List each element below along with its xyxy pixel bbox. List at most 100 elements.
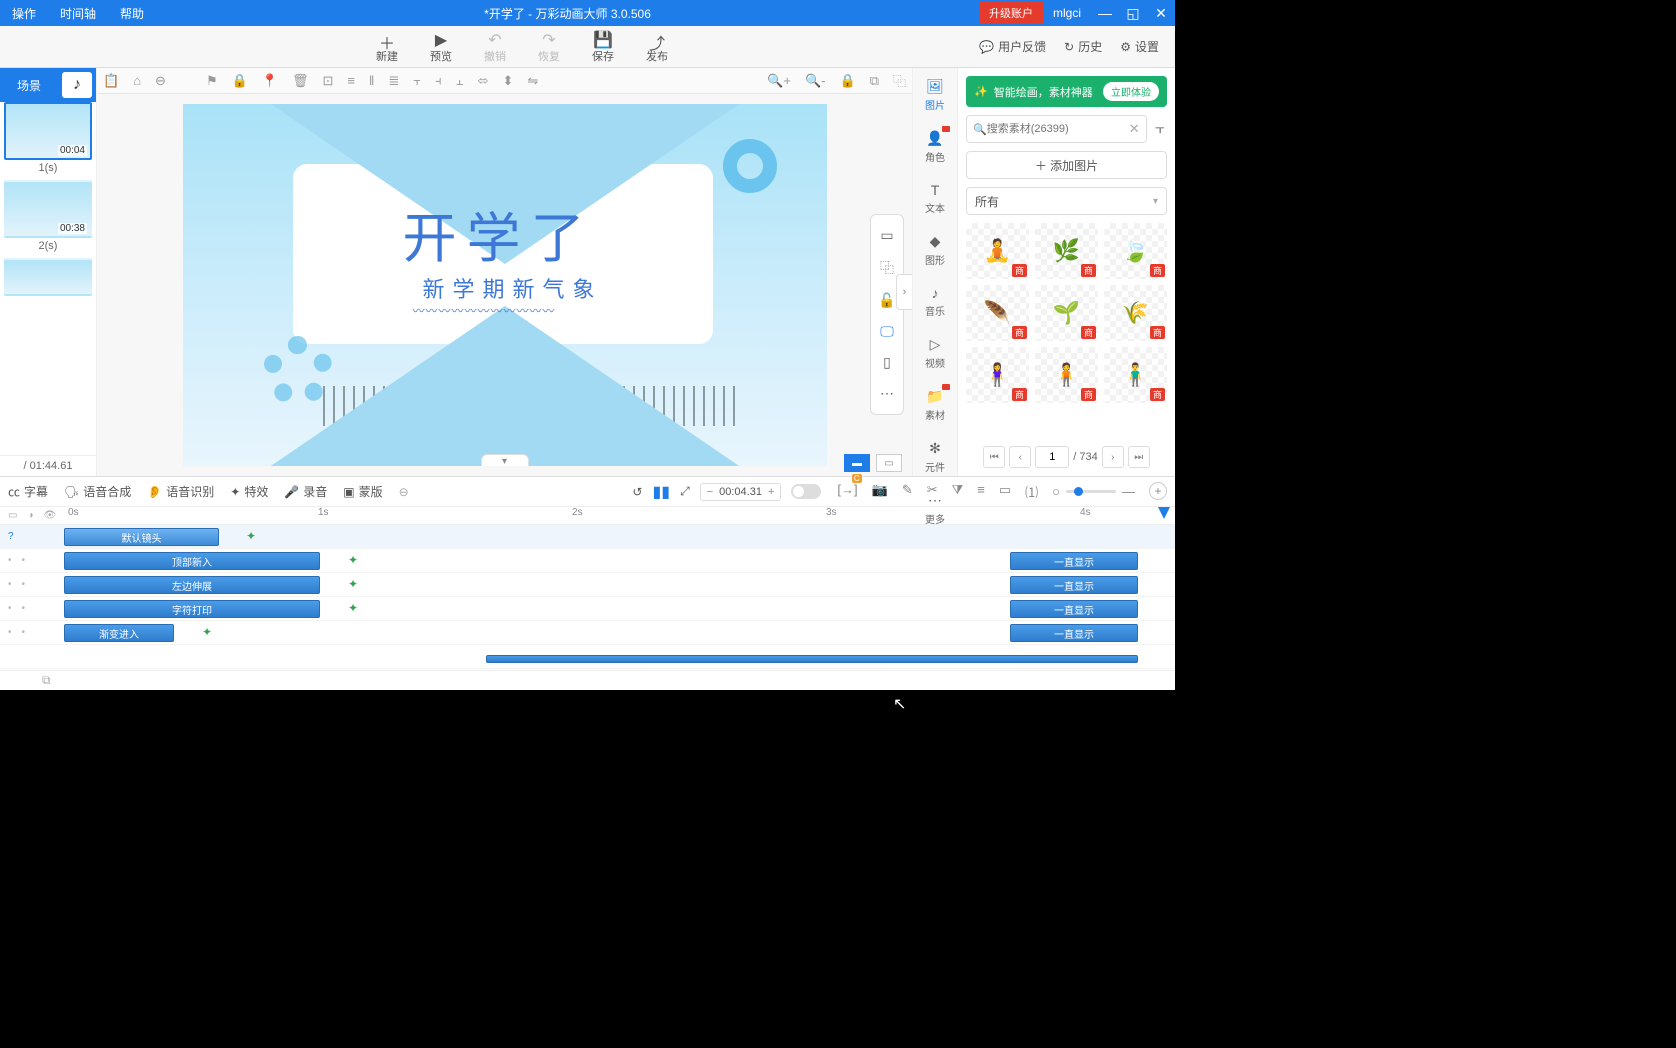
add-keyframe-button[interactable]: ✦ [348,601,358,615]
filter-button[interactable]: ⫟ [1153,120,1167,138]
lock-col-icon[interactable]: ◑ [27,510,33,521]
circle-minus-icon[interactable]: ⊖ [399,485,409,499]
pause-button[interactable]: ▮▮ [652,482,670,502]
add-keyframe-button[interactable]: ✦ [348,577,358,591]
visibility-icon[interactable]: ▭ [8,510,17,521]
paste-icon[interactable]: 📋 [103,73,119,89]
add-track-button[interactable]: + [1149,482,1167,500]
clip-exit[interactable]: 一直显示 [1010,552,1138,570]
clipboard-icon[interactable]: ⧉ [42,673,51,688]
tts-tool[interactable]: 🗣语音合成 [64,483,131,500]
clip-exit[interactable]: 一直显示 [1010,624,1138,642]
time-plus-button[interactable]: + [768,486,774,498]
zoom-out-icon[interactable]: ○ [1052,484,1060,499]
asset-item[interactable]: 🌾商 [1104,285,1167,341]
view-mode-fill[interactable]: ▬ [844,454,870,472]
zoom-in-icon[interactable]: — [1122,484,1135,499]
preview-button[interactable]: ▶预览 [414,30,468,64]
minimize-button[interactable]: — [1091,5,1119,21]
redo-button[interactable]: ↷恢复 [522,30,576,64]
menu-operate[interactable]: 操作 [0,5,48,22]
record-tool[interactable]: 🎤录音 [284,483,327,500]
asset-item[interactable]: 🌿商 [1035,223,1098,279]
track-row[interactable]: •• 顶部新入 ✦ 一直显示 [0,549,1175,573]
effect-tool[interactable]: ✦特效 [230,483,268,500]
dock-music[interactable]: ♪音乐 [913,281,957,322]
collapse-down-button[interactable]: ▾ [481,454,529,466]
tl-funnel-icon[interactable]: ⧩ [952,482,964,501]
trash-icon[interactable]: 🗑 [292,73,309,89]
zoom-in-icon[interactable]: 🔍+ [767,73,791,89]
lock-view-icon[interactable]: 🔒 [840,73,856,89]
settings-button[interactable]: ⚙设置 [1120,38,1159,55]
camera-clip[interactable]: 默认镜头 [64,528,219,546]
feedback-button[interactable]: 💬用户反馈 [979,38,1046,55]
align-top-icon[interactable]: ⫟ [413,73,421,89]
screen-icon[interactable]: 🖵 [880,323,894,340]
scene-item[interactable]: 00:38 2(s) [4,180,92,252]
align-middle-icon[interactable]: ⫞ [435,73,442,89]
bgm-button[interactable]: ♪ [62,72,92,98]
asset-item[interactable]: 🪶商 [966,285,1029,341]
more-icon[interactable]: ⋯ [880,385,894,402]
rewind-button[interactable]: ↺ [632,485,642,499]
asset-item[interactable]: 🌱商 [1035,285,1098,341]
collapse-panel-button[interactable]: › [896,274,912,310]
tl-steps-icon[interactable]: ≡ [977,482,985,501]
asset-item[interactable]: 🧍‍♂️商 [1104,347,1167,403]
history-button[interactable]: ↻历史 [1064,38,1102,55]
align-hcenter-icon[interactable]: ‖ [369,73,374,88]
maximize-button[interactable]: ◱ [1119,5,1147,22]
tl-edit-icon[interactable]: ✎ [902,482,913,501]
circle-minus-icon[interactable]: ⊖ [155,73,166,89]
mask-tool[interactable]: ▣蒙版 [343,483,382,500]
dock-assets[interactable]: 📁素材 [913,384,957,426]
upgrade-button[interactable]: 升级账户 [979,2,1043,24]
dock-character[interactable]: 👤角色 [913,126,957,168]
page-prev-button[interactable]: ‹ [1009,446,1031,468]
user-name[interactable]: mlgci [1043,6,1091,20]
view-mode-fit[interactable]: ▭ [876,454,902,472]
scene-item[interactable]: 00:04 1(s) [4,102,92,174]
ai-try-button[interactable]: 立即体验 [1103,82,1159,101]
dock-image[interactable]: 🖼图片 [913,74,957,116]
zoom-out-icon[interactable]: 🔍- [805,73,826,89]
search-box[interactable]: 🔍 ✕ [966,115,1147,143]
pin-icon[interactable]: 📍 [262,73,278,89]
align-right-icon[interactable]: ≣ [388,73,399,89]
tl-cut-icon[interactable]: ✂ [927,482,938,501]
flag-icon[interactable]: ⚑ [206,73,218,89]
ai-banner[interactable]: ✨ 智能绘画，素材神器 立即体验 [966,76,1167,107]
subtitle-tool[interactable]: ㏄字幕 [8,483,48,500]
add-keyframe-button[interactable]: ✦ [202,625,212,639]
track-row[interactable]: •• 字符打印 ✦ 一直显示 [0,597,1175,621]
asset-item[interactable]: 🧍‍♀️商 [966,347,1029,403]
tl-camera-icon[interactable]: 📷 [872,482,888,501]
time-ruler[interactable]: 0s 1s 2s 3s 4s [64,507,1175,524]
clip-exit[interactable]: 一直显示 [1010,600,1138,618]
stage[interactable]: 开学了 新学期新气象 〰〰〰〰〰〰〰〰〰〰〰 ▾ [183,104,827,466]
track-row[interactable]: •• 左边伸展 ✦ 一直显示 [0,573,1175,597]
scene-tab[interactable]: 场景 [0,71,58,100]
help-icon[interactable]: ? [8,531,14,542]
clip-enter[interactable]: 字符打印 [64,600,320,618]
menu-timeline[interactable]: 时间轴 [48,5,108,22]
clip-enter[interactable]: 左边伸展 [64,576,320,594]
rect-tool-icon[interactable]: ▭ [880,227,893,244]
page-first-button[interactable]: ⏮ [983,446,1005,468]
asset-item[interactable]: 🧘商 [966,223,1029,279]
add-keyframe-button[interactable]: ✦ [246,529,256,543]
undo-button[interactable]: ↶撤销 [468,30,522,64]
add-image-button[interactable]: ＋ 添加图片 [966,151,1167,179]
dist-h-icon[interactable]: ⬄ [478,73,489,89]
publish-button[interactable]: ⤴发布 [630,30,684,64]
dock-shape[interactable]: ◆图形 [913,229,957,271]
eye-icon[interactable]: 👁 [44,510,57,521]
menu-help[interactable]: 帮助 [108,5,156,22]
align-center-icon[interactable]: ⊡ [323,73,334,89]
close-button[interactable]: ✕ [1147,5,1175,22]
mobile-icon[interactable]: ▯ [883,354,891,371]
lock-icon[interactable]: 🔒 [232,73,248,89]
track-row[interactable]: •• 渐变进入 ✦ 一直显示 [0,621,1175,645]
align-left-icon[interactable]: ≡ [347,73,355,88]
